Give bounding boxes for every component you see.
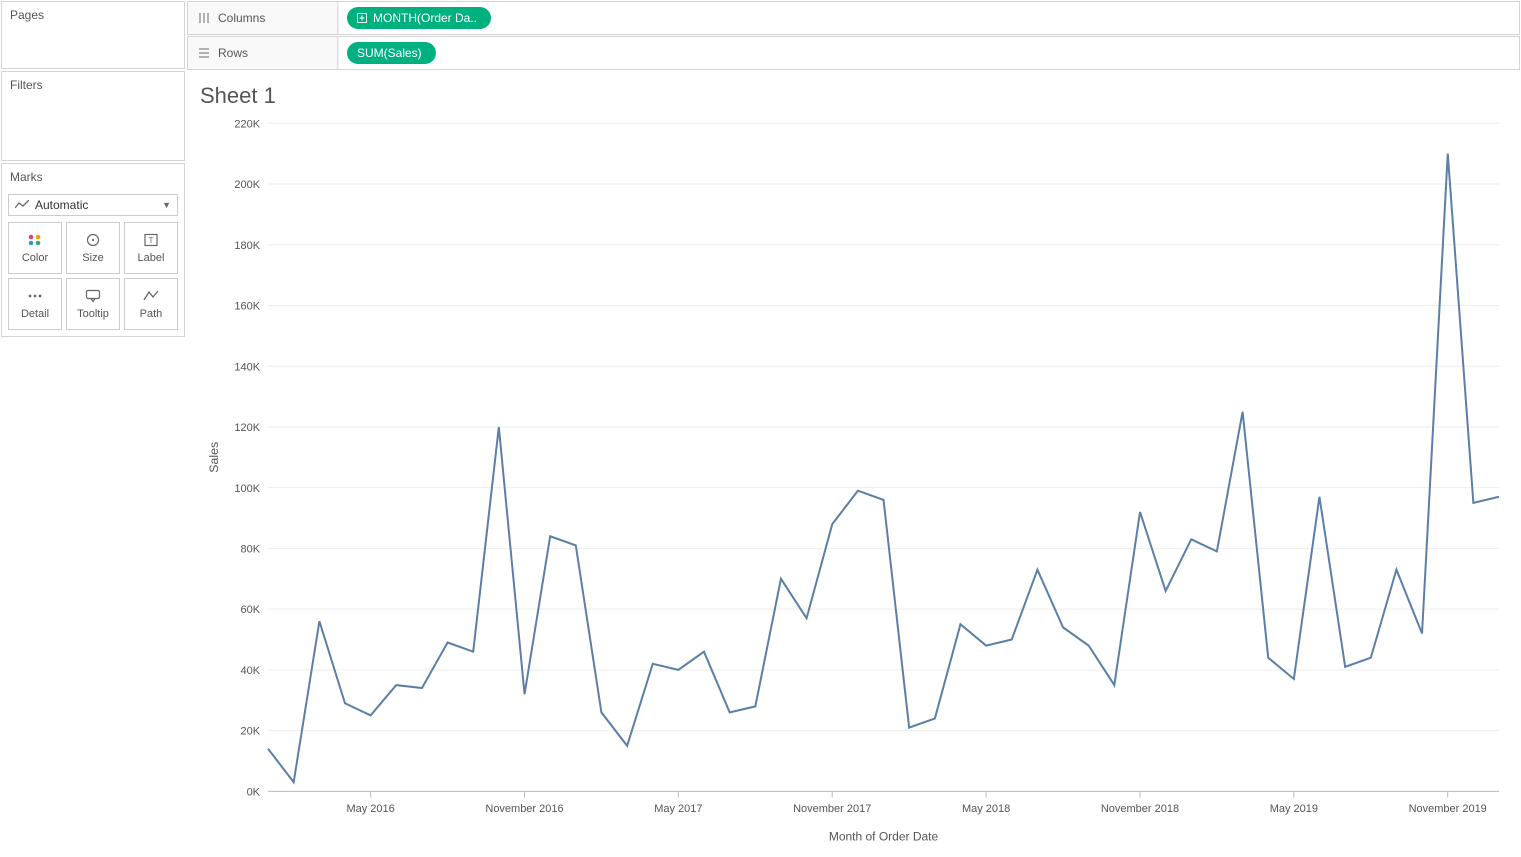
marks-buttons: Color Size T Label Detail Tooltip Path (2, 222, 184, 336)
svg-text:140K: 140K (234, 361, 260, 373)
svg-text:20K: 20K (240, 726, 260, 738)
sheet-title[interactable]: Sheet 1 (200, 83, 1507, 109)
plus-icon (357, 13, 367, 23)
color-icon (26, 232, 44, 248)
detail-icon (26, 288, 44, 304)
main-area: Columns MONTH(Order Da.. Rows SUM(Sales) (186, 0, 1521, 857)
path-button[interactable]: Path (124, 278, 178, 330)
size-button[interactable]: Size (66, 222, 120, 274)
size-label: Size (82, 252, 103, 264)
svg-text:May 2016: May 2016 (346, 803, 394, 815)
svg-text:0K: 0K (247, 786, 261, 798)
columns-content[interactable]: MONTH(Order Da.. (338, 2, 1519, 34)
chart[interactable]: 0K 20K 40K 60K 80K 100K 120K 140K 160K 180K 200K 22… (198, 113, 1509, 853)
svg-text:November 2019: November 2019 (1409, 803, 1487, 815)
marks-type-dropdown[interactable]: Automatic ▼ (8, 194, 178, 216)
label-label: Label (138, 252, 165, 264)
svg-text:May 2018: May 2018 (962, 803, 1010, 815)
filters-title: Filters (2, 72, 184, 98)
svg-text:200K: 200K (234, 179, 260, 191)
path-icon (142, 288, 160, 304)
svg-text:60K: 60K (240, 604, 260, 616)
viz-area: Sheet 1 0K 20K 40K 60K 80K 100K 120K 140K 160K 18… (186, 71, 1521, 857)
label-button[interactable]: T Label (124, 222, 178, 274)
pages-shelf[interactable]: Pages (1, 1, 185, 69)
marks-type-label: Automatic (35, 198, 88, 212)
marks-card: Marks Automatic ▼ Color Size T Label (1, 163, 185, 337)
columns-label: Columns (218, 11, 265, 25)
pages-title: Pages (2, 2, 184, 28)
rows-pill[interactable]: SUM(Sales) (347, 42, 436, 64)
svg-text:160K: 160K (234, 300, 260, 312)
rows-content[interactable]: SUM(Sales) (338, 37, 1519, 69)
svg-text:80K: 80K (240, 543, 260, 555)
color-button[interactable]: Color (8, 222, 62, 274)
svg-text:T: T (149, 236, 154, 245)
detail-label: Detail (21, 308, 49, 320)
tooltip-label: Tooltip (77, 308, 109, 320)
svg-text:180K: 180K (234, 240, 260, 252)
svg-text:100K: 100K (234, 483, 260, 495)
columns-icon (198, 12, 210, 24)
columns-pill-label: MONTH(Order Da.. (373, 11, 477, 25)
svg-text:120K: 120K (234, 422, 260, 434)
svg-text:Sales: Sales (207, 442, 221, 473)
svg-text:November 2018: November 2018 (1101, 803, 1179, 815)
shelves: Columns MONTH(Order Da.. Rows SUM(Sales) (186, 0, 1521, 71)
svg-text:November 2017: November 2017 (793, 803, 871, 815)
size-icon (84, 232, 102, 248)
svg-text:May 2019: May 2019 (1270, 803, 1318, 815)
label-icon: T (142, 232, 160, 248)
svg-text:May 2017: May 2017 (654, 803, 702, 815)
marks-title: Marks (2, 164, 184, 190)
svg-text:40K: 40K (240, 665, 260, 677)
rows-icon (198, 47, 210, 59)
rows-shelf[interactable]: Rows SUM(Sales) (187, 36, 1520, 70)
rows-pill-label: SUM(Sales) (357, 46, 422, 60)
filters-shelf[interactable]: Filters (1, 71, 185, 161)
svg-text:Month of Order Date: Month of Order Date (829, 830, 939, 844)
left-sidebar: Pages Filters Marks Automatic ▼ Color Si… (0, 0, 186, 857)
columns-shelf[interactable]: Columns MONTH(Order Da.. (187, 1, 1520, 35)
rows-label: Rows (218, 46, 248, 60)
columns-label-area: Columns (188, 2, 338, 34)
color-label: Color (22, 252, 48, 264)
tooltip-button[interactable]: Tooltip (66, 278, 120, 330)
path-label: Path (140, 308, 163, 320)
tooltip-icon (84, 288, 102, 304)
rows-label-area: Rows (188, 37, 338, 69)
columns-pill[interactable]: MONTH(Order Da.. (347, 7, 491, 29)
svg-text:November 2016: November 2016 (485, 803, 563, 815)
line-mark-icon (15, 200, 29, 210)
detail-button[interactable]: Detail (8, 278, 62, 330)
svg-text:220K: 220K (234, 118, 260, 130)
chevron-down-icon: ▼ (162, 200, 171, 210)
